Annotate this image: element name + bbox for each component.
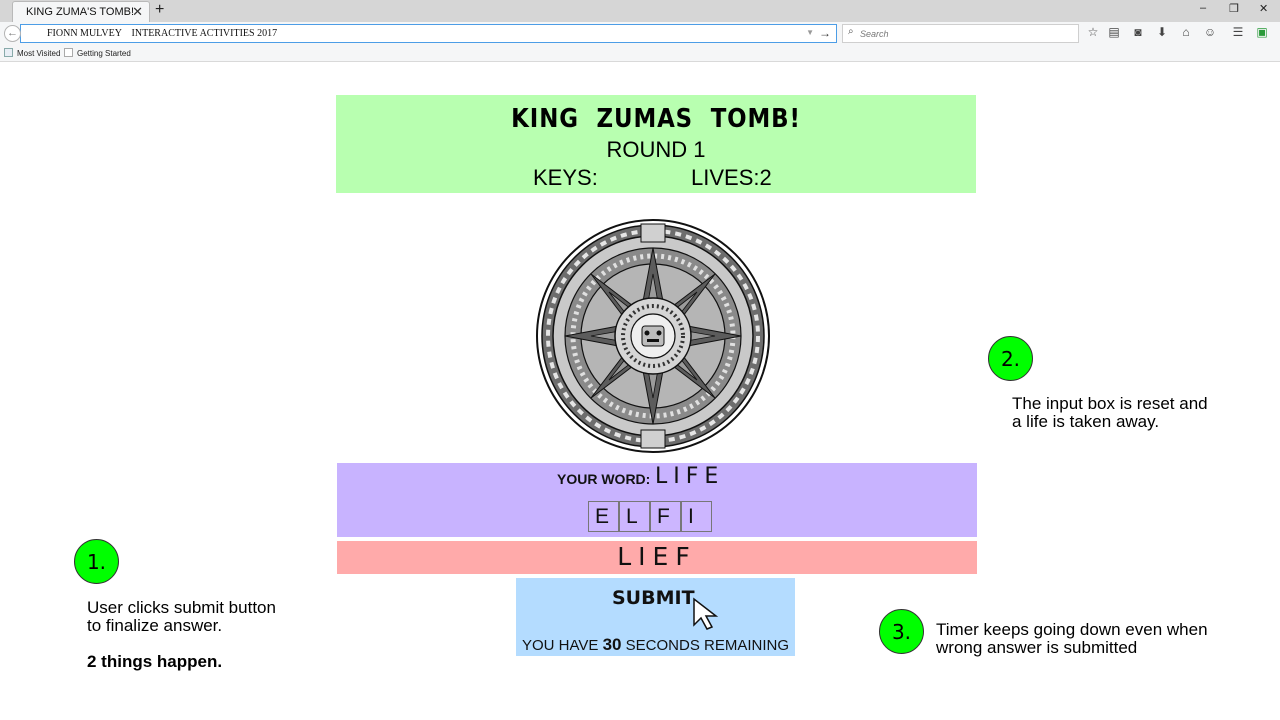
medallion-image bbox=[536, 219, 770, 453]
tab-close-icon[interactable]: ✕ bbox=[132, 4, 143, 20]
timer-seconds: 30 bbox=[602, 635, 622, 654]
bookmark-most-visited[interactable]: Most Visited bbox=[4, 48, 60, 58]
back-icon[interactable]: ← bbox=[4, 25, 21, 42]
tab-strip: KING ZUMA'S TOMB! ✕ + – ❐ ✕ bbox=[0, 0, 1280, 22]
letter-tiles: E L F I bbox=[588, 501, 712, 532]
download-icon[interactable]: ⬇ bbox=[1154, 25, 1170, 39]
timer-suffix: SECONDS REMAINING bbox=[621, 637, 790, 654]
submit-panel: SUBMIT YOU HAVE 30 SECONDS REMAINING bbox=[516, 578, 795, 656]
letter-tile[interactable]: I bbox=[681, 501, 712, 532]
bookmark-folder-icon bbox=[4, 48, 13, 57]
search-icon: ⌕ bbox=[848, 26, 854, 37]
bookmarks-bar: Most Visited Getting Started bbox=[0, 45, 1280, 62]
step-2-line: a life is taken away. bbox=[1012, 412, 1160, 431]
step-3-line: Timer keeps going down even when bbox=[936, 620, 1208, 639]
step-2-text: The input box is reset and a life is tak… bbox=[1012, 395, 1208, 431]
step-1-text: User clicks submit button to finalize an… bbox=[87, 599, 276, 635]
step-3-line: wrong answer is submitted bbox=[936, 638, 1138, 657]
step-2-bubble: 2. bbox=[988, 336, 1033, 381]
letter-tile[interactable]: E bbox=[588, 501, 619, 532]
go-arrow-icon[interactable]: → bbox=[819, 26, 831, 40]
pocket-icon[interactable]: ◙ bbox=[1130, 25, 1146, 39]
chevron-down-icon[interactable]: ▼ bbox=[806, 28, 814, 37]
word-panel: YOUR WORD: LIFE E L F I bbox=[337, 463, 977, 537]
letter-tile[interactable]: L bbox=[619, 501, 650, 532]
menu-icon[interactable]: ☰ bbox=[1230, 25, 1246, 39]
new-tab-button[interactable]: + bbox=[155, 1, 164, 19]
extension-icon[interactable]: ▣ bbox=[1254, 25, 1270, 39]
answer-text: LIEF bbox=[617, 542, 697, 571]
bookmark-label: Most Visited bbox=[17, 49, 61, 58]
step-3-bubble: 3. bbox=[879, 609, 924, 654]
chat-icon[interactable]: ☺ bbox=[1202, 25, 1218, 39]
step-1-line: to finalize answer. bbox=[87, 616, 223, 635]
your-word-label: YOUR WORD: bbox=[557, 471, 651, 487]
search-placeholder: Search bbox=[860, 29, 889, 39]
search-input[interactable]: ⌕ Search bbox=[842, 24, 1079, 43]
home-icon[interactable]: ⌂ bbox=[1178, 25, 1194, 39]
timer-text: YOU HAVE 30 SECONDS REMAINING bbox=[516, 635, 795, 655]
game-title: KING ZUMAS TOMB! bbox=[511, 104, 801, 134]
close-window-button[interactable]: ✕ bbox=[1259, 2, 1268, 15]
minimize-button[interactable]: – bbox=[1200, 2, 1206, 14]
step-1-note: 2 things happen. bbox=[87, 652, 223, 671]
url-bar[interactable]: FIONN MULVEY INTERACTIVE ACTIVITIES 2017… bbox=[20, 24, 837, 43]
restore-button[interactable]: ❐ bbox=[1229, 2, 1239, 15]
lives-label: LIVES:2 bbox=[691, 165, 772, 190]
tab-title: KING ZUMA'S TOMB! bbox=[26, 6, 135, 18]
step-3-text: Timer keeps going down even when wrong a… bbox=[936, 621, 1208, 657]
game-header: KING ZUMAS TOMB! ROUND 1 KEYS: LIVES:2 bbox=[336, 95, 976, 193]
bookmark-label: Getting Started bbox=[77, 49, 131, 58]
reader-icon[interactable]: ▤ bbox=[1106, 25, 1122, 39]
letter-tile[interactable]: F bbox=[650, 501, 681, 532]
browser-tab[interactable]: KING ZUMA'S TOMB! ✕ bbox=[12, 1, 150, 22]
step-1-bubble: 1. bbox=[74, 539, 119, 584]
answer-input[interactable]: LIEF bbox=[337, 541, 977, 574]
step-1-line: User clicks submit button bbox=[87, 598, 276, 617]
bookmark-page-icon bbox=[64, 48, 73, 57]
timer-prefix: YOU HAVE bbox=[521, 637, 603, 654]
step-2-line: The input box is reset and bbox=[1012, 394, 1208, 413]
submit-button[interactable]: SUBMIT bbox=[612, 587, 695, 609]
bookmark-getting-started[interactable]: Getting Started bbox=[64, 48, 131, 58]
mouse-cursor-icon bbox=[693, 597, 719, 630]
star-icon[interactable]: ☆ bbox=[1085, 25, 1101, 39]
round-label: ROUND 1 bbox=[606, 137, 706, 162]
keys-label: KEYS: bbox=[533, 165, 598, 190]
your-word-value: LIFE bbox=[655, 464, 725, 489]
url-text[interactable]: FIONN MULVEY INTERACTIVE ACTIVITIES 2017 bbox=[47, 28, 277, 39]
